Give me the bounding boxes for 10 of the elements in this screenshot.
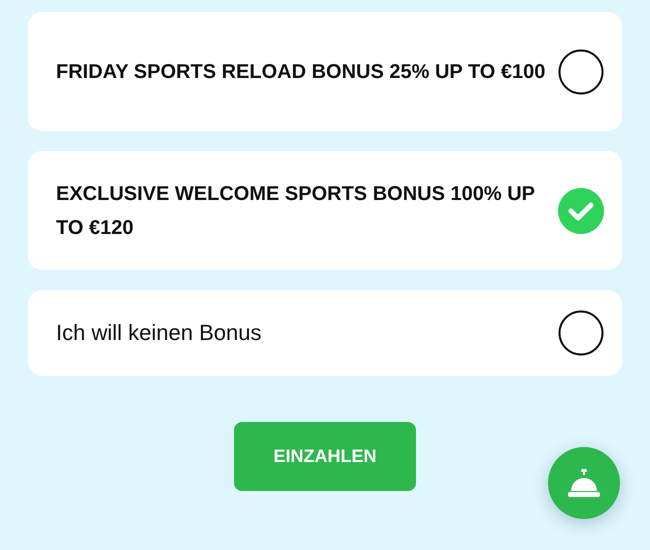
- service-bell-icon: [566, 468, 602, 498]
- radio-button[interactable]: [558, 48, 604, 94]
- option-label: FRIDAY SPORTS RELOAD BONUS 25% UP TO €100: [56, 60, 546, 84]
- bonus-option-card[interactable]: EXCLUSIVE WELCOME SPORTS BONUS 100% UP TO €120: [28, 151, 622, 270]
- option-label: Ich will keinen Bonus: [56, 320, 262, 346]
- radio-button[interactable]: [558, 310, 604, 356]
- option-label: EXCLUSIVE WELCOME SPORTS BONUS 100% UP TO €120: [56, 182, 536, 240]
- bonus-option-card[interactable]: Ich will keinen Bonus: [28, 290, 622, 376]
- radio-checked-icon[interactable]: [558, 188, 604, 234]
- bonus-option-card[interactable]: FRIDAY SPORTS RELOAD BONUS 25% UP TO €100: [28, 12, 622, 131]
